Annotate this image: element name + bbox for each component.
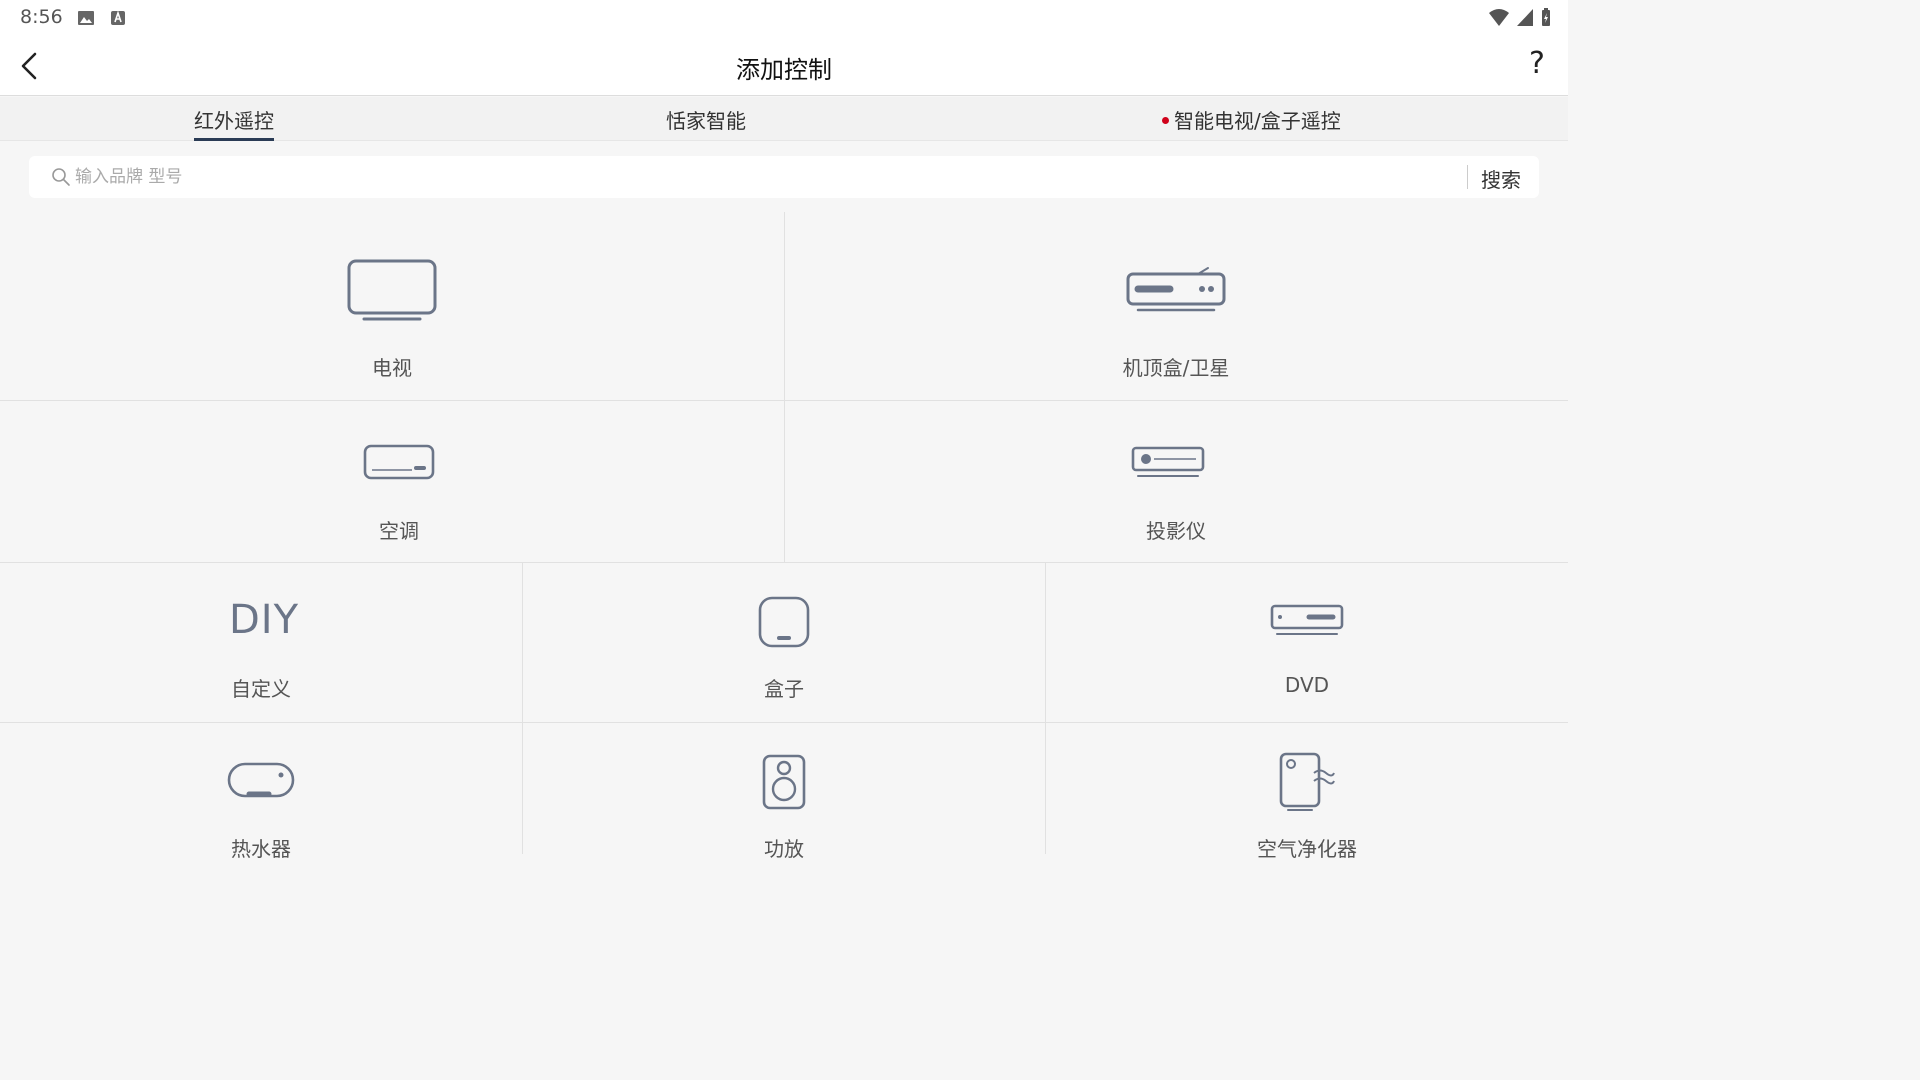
air-conditioner-icon [363, 444, 435, 480]
search-button[interactable]: 搜索 [1481, 164, 1521, 193]
tab-smart-tv-box-label: 智能电视/盒子遥控 [1174, 109, 1341, 133]
wifi-icon [1489, 9, 1509, 26]
search-divider [1467, 165, 1468, 189]
device-label: 电视 [372, 356, 412, 380]
status-bar: 8:56 [0, 0, 1568, 36]
device-air-purifier[interactable]: 空气净化器 [1046, 723, 1568, 882]
device-set-top-box[interactable]: 机顶盒/卫星 [784, 212, 1568, 400]
device-label: 自定义 [231, 677, 291, 701]
device-label: 空调 [379, 519, 419, 543]
set-top-box-icon [1126, 267, 1226, 312]
status-time: 8:56 [20, 6, 63, 28]
device-label: DVD [1284, 673, 1330, 697]
box-icon [758, 596, 810, 648]
tv-icon [347, 259, 437, 321]
device-air-conditioner[interactable]: 空调 [0, 401, 784, 562]
tab-tianjia-smart[interactable]: 恬家智能 [666, 105, 746, 134]
device-projector[interactable]: 投影仪 [784, 401, 1568, 562]
search-input[interactable] [75, 162, 1455, 192]
tab-infrared-remote[interactable]: 红外遥控 [194, 105, 274, 141]
dvd-player-icon [1270, 604, 1344, 635]
tab-smart-tv-box-remote[interactable]: 智能电视/盒子遥控 [1162, 105, 1341, 134]
device-label: 热水器 [231, 837, 291, 861]
device-label: 空气净化器 [1257, 837, 1357, 861]
tab-bar: 红外遥控 恬家智能 智能电视/盒子遥控 [0, 97, 1568, 141]
device-label: 功放 [764, 837, 804, 861]
new-badge-dot [1162, 117, 1169, 124]
device-dvd[interactable]: DVD [1046, 563, 1568, 722]
device-grid: 电视 机顶盒/卫星 空调 投影仪 DIY 自定义 盒子 DVD 热水器 功放 空… [0, 212, 1568, 882]
app-notification-icon [111, 10, 125, 25]
device-label: 机顶盒/卫星 [1122, 356, 1230, 380]
page-title: 添加控制 [736, 56, 832, 84]
device-tv[interactable]: 电视 [0, 212, 784, 400]
water-heater-icon [227, 762, 295, 798]
device-custom-diy[interactable]: DIY 自定义 [0, 563, 522, 722]
battery-icon [1542, 8, 1550, 26]
device-water-heater[interactable]: 热水器 [0, 723, 522, 882]
device-label: 盒子 [764, 677, 804, 701]
signal-icon [1517, 9, 1533, 26]
projector-icon [1131, 446, 1205, 477]
image-notification-icon [78, 11, 94, 25]
diy-icon: DIY [229, 597, 300, 643]
search-bar: 搜索 [29, 156, 1539, 198]
search-icon [52, 168, 70, 186]
title-bar: 添加控制 ? [0, 36, 1568, 96]
device-amplifier[interactable]: 功放 [523, 723, 1045, 882]
device-box[interactable]: 盒子 [523, 563, 1045, 722]
device-label: 投影仪 [1146, 519, 1206, 543]
help-button[interactable]: ? [1522, 46, 1552, 86]
speaker-icon [762, 754, 806, 810]
status-icons [1488, 7, 1552, 27]
air-purifier-icon [1279, 752, 1335, 811]
